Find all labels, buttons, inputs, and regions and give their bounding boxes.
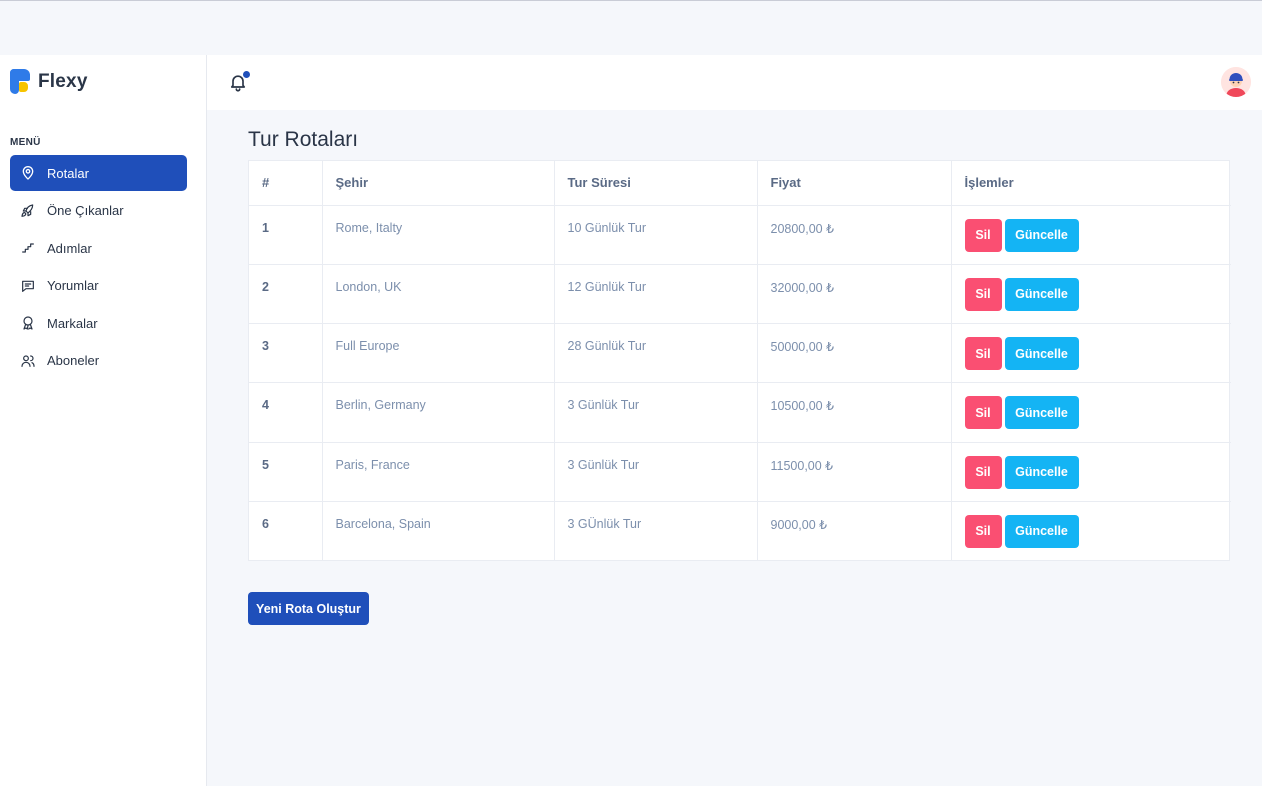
flexy-logo-icon bbox=[10, 69, 31, 94]
sidebar-item-label: Aboneler bbox=[47, 353, 100, 369]
table-header-row: # Şehir Tur Süresi Fiyat İşlemler bbox=[249, 161, 1231, 206]
cell-price: 50000,00 ₺ bbox=[757, 323, 952, 384]
sidebar-item-one-cikanlar[interactable]: Öne Çıkanlar bbox=[10, 193, 187, 229]
delete-button[interactable]: Sil bbox=[964, 455, 1002, 489]
sidebar-item-label: Markalar bbox=[47, 315, 98, 331]
new-route-button[interactable]: Yeni Rota Oluştur bbox=[248, 592, 369, 625]
cell-city: Berlin, Germany bbox=[322, 382, 555, 443]
delete-button[interactable]: Sil bbox=[964, 218, 1002, 252]
brand[interactable]: Flexy bbox=[10, 69, 88, 94]
sidebar-item-aboneler[interactable]: Aboneler bbox=[10, 343, 187, 379]
cell-duration: 10 Günlük Tur bbox=[554, 205, 758, 265]
cell-actions: Sil Güncelle bbox=[951, 442, 1231, 502]
sidebar-nav: Rotalar Öne Çıkanlar Adımlar Yorumlar Ma… bbox=[10, 155, 187, 381]
sidebar-item-label: Yorumlar bbox=[47, 278, 99, 294]
cell-id: 4 bbox=[249, 382, 323, 443]
column-header-city: Şehir bbox=[322, 161, 555, 206]
cell-duration: 3 GÜnlük Tur bbox=[554, 501, 758, 561]
top-header bbox=[207, 55, 1262, 110]
update-button[interactable]: Güncelle bbox=[1004, 277, 1079, 311]
sidebar-item-label: Rotalar bbox=[47, 165, 89, 181]
table-row: 2 London, UK 12 Günlük Tur 32000,00 ₺ Si… bbox=[249, 264, 1231, 325]
cell-id: 2 bbox=[249, 264, 323, 325]
cell-price: 32000,00 ₺ bbox=[757, 264, 952, 325]
cell-city: Barcelona, Spain bbox=[322, 501, 555, 561]
sidebar-item-markalar[interactable]: Markalar bbox=[10, 305, 187, 341]
update-button[interactable]: Güncelle bbox=[1004, 514, 1079, 548]
delete-button[interactable]: Sil bbox=[964, 337, 1002, 371]
cell-duration: 3 Günlük Tur bbox=[554, 382, 758, 443]
table-row: 5 Paris, France 3 Günlük Tur 11500,00 ₺ … bbox=[249, 442, 1231, 502]
stairs-icon bbox=[22, 243, 34, 253]
cell-price: 20800,00 ₺ bbox=[757, 205, 952, 265]
update-button[interactable]: Güncelle bbox=[1004, 455, 1079, 489]
column-header-id: # bbox=[249, 161, 323, 206]
cell-actions: Sil Güncelle bbox=[951, 264, 1231, 325]
column-header-duration: Tur Süresi bbox=[554, 161, 758, 206]
user-avatar[interactable] bbox=[1221, 67, 1251, 97]
update-button[interactable]: Güncelle bbox=[1004, 218, 1079, 252]
update-button[interactable]: Güncelle bbox=[1004, 396, 1079, 430]
sidebar: Flexy MENÜ Rotalar Öne Çıkanlar Adımlar … bbox=[0, 55, 207, 786]
cell-actions: Sil Güncelle bbox=[951, 382, 1231, 443]
cell-id: 6 bbox=[249, 501, 323, 561]
cell-city: London, UK bbox=[322, 264, 555, 325]
cell-actions: Sil Güncelle bbox=[951, 501, 1231, 560]
delete-button[interactable]: Sil bbox=[964, 396, 1002, 430]
page-title: Tur Rotaları bbox=[248, 128, 359, 151]
table-row: 4 Berlin, Germany 3 Günlük Tur 10500,00 … bbox=[249, 382, 1231, 443]
table-row: 1 Rome, Italty 10 Günlük Tur 20800,00 ₺ … bbox=[249, 205, 1231, 265]
routes-table: # Şehir Tur Süresi Fiyat İşlemler 1 Rome… bbox=[249, 161, 1231, 561]
cell-duration: 3 Günlük Tur bbox=[554, 442, 758, 502]
column-header-actions: İşlemler bbox=[951, 161, 1231, 206]
cell-actions: Sil Güncelle bbox=[951, 323, 1231, 384]
cell-city: Paris, France bbox=[322, 442, 555, 502]
user-avatar-icon bbox=[1221, 67, 1251, 97]
cell-duration: 12 Günlük Tur bbox=[554, 264, 758, 325]
cell-id: 5 bbox=[249, 442, 323, 502]
sidebar-item-label: Öne Çıkanlar bbox=[47, 203, 124, 219]
cell-id: 3 bbox=[249, 323, 323, 384]
cell-actions: Sil Güncelle bbox=[951, 205, 1231, 265]
menu-heading: MENÜ bbox=[10, 137, 41, 148]
brand-name: Flexy bbox=[38, 70, 88, 92]
cell-price: 9000,00 ₺ bbox=[757, 501, 952, 561]
table-row: 3 Full Europe 28 Günlük Tur 50000,00 ₺ S… bbox=[249, 323, 1231, 384]
cell-city: Rome, Italty bbox=[322, 205, 555, 265]
sidebar-item-label: Adımlar bbox=[47, 240, 92, 256]
message-icon bbox=[22, 280, 34, 292]
delete-button[interactable]: Sil bbox=[964, 277, 1002, 311]
map-pin-icon bbox=[22, 166, 34, 180]
sidebar-item-adimlar[interactable]: Adımlar bbox=[10, 230, 187, 266]
update-button[interactable]: Güncelle bbox=[1004, 337, 1079, 371]
routes-table-card: # Şehir Tur Süresi Fiyat İşlemler 1 Rome… bbox=[248, 160, 1231, 561]
rocket-icon bbox=[21, 203, 34, 217]
window-top-strip bbox=[0, 0, 1262, 55]
notification-dot bbox=[243, 71, 250, 78]
cell-city: Full Europe bbox=[322, 323, 555, 384]
delete-button[interactable]: Sil bbox=[964, 514, 1002, 548]
column-header-price: Fiyat bbox=[757, 161, 952, 206]
cell-id: 1 bbox=[249, 205, 323, 265]
cell-price: 11500,00 ₺ bbox=[757, 442, 952, 502]
cell-duration: 28 Günlük Tur bbox=[554, 323, 758, 384]
sidebar-item-yorumlar[interactable]: Yorumlar bbox=[10, 268, 187, 304]
badge-icon bbox=[23, 316, 33, 330]
users-icon bbox=[21, 355, 35, 367]
table-row: 6 Barcelona, Spain 3 GÜnlük Tur 9000,00 … bbox=[249, 501, 1231, 561]
sidebar-item-rotalar[interactable]: Rotalar bbox=[10, 155, 187, 191]
cell-price: 10500,00 ₺ bbox=[757, 382, 952, 443]
